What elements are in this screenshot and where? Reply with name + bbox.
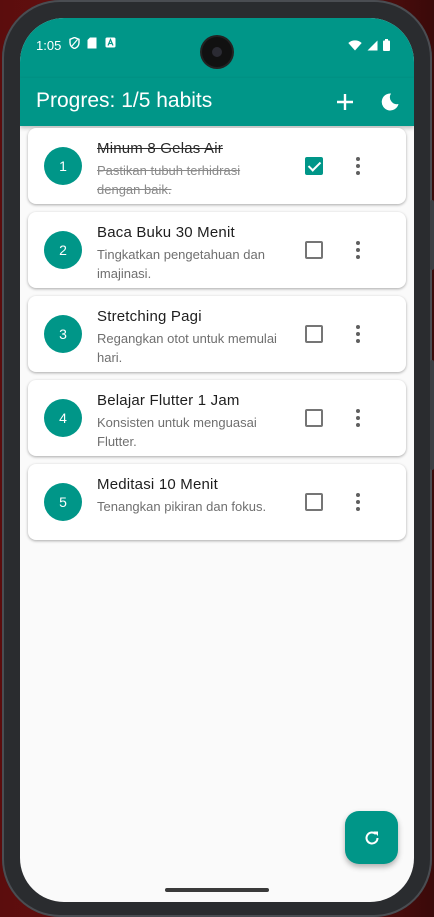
status-time: 1:05 xyxy=(36,38,62,53)
habit-done-checkbox[interactable] xyxy=(305,157,323,175)
habit-description: Tingkatkan pengetahuan dan imajinasi. xyxy=(97,247,265,281)
habit-title: Minum 8 Gelas Air xyxy=(97,140,223,157)
home-indicator[interactable] xyxy=(165,888,269,892)
habit-done-checkbox[interactable] xyxy=(305,241,323,259)
add-icon xyxy=(337,94,353,110)
phone-frame: 1:05 Progres: 1/5 habits 1 Minum 8 Gelas… xyxy=(2,0,434,917)
habit-card[interactable]: 4 Belajar Flutter 1 Jam Konsisten untuk … xyxy=(28,380,406,456)
habit-title: Meditasi 10 Menit xyxy=(97,476,218,493)
habit-card[interactable]: 3 Stretching Pagi Regangkan otot untuk m… xyxy=(28,296,406,372)
shield-icon xyxy=(68,36,80,52)
status-bar: 1:05 xyxy=(20,18,414,78)
habit-card[interactable]: 2 Baca Buku 30 Menit Tingkatkan pengetah… xyxy=(28,212,406,288)
habit-number-avatar: 3 xyxy=(44,315,82,353)
status-left-icons xyxy=(68,36,116,52)
habit-description: Konsisten untuk menguasai Flutter. xyxy=(97,415,257,449)
add-habit-button[interactable] xyxy=(329,86,361,118)
app-bar: Progres: 1/5 habits xyxy=(20,78,414,126)
habit-title: Stretching Pagi xyxy=(97,308,202,325)
habit-done-checkbox[interactable] xyxy=(305,493,323,511)
habit-done-checkbox[interactable] xyxy=(305,409,323,427)
dark-mode-icon xyxy=(381,93,399,111)
power-button xyxy=(430,360,434,470)
habit-description: Tenangkan pikiran dan fokus. xyxy=(97,499,267,514)
wifi-icon xyxy=(348,38,362,56)
dark-mode-button[interactable] xyxy=(374,86,406,118)
refresh-icon xyxy=(365,831,378,844)
habit-card[interactable]: 5 Meditasi 10 Menit Tenangkan pikiran da… xyxy=(28,464,406,540)
habit-number-avatar: 2 xyxy=(44,231,82,269)
reset-fab-button[interactable] xyxy=(345,811,398,864)
status-right-icons xyxy=(348,38,390,56)
habit-number-avatar: 1 xyxy=(44,147,82,185)
more-vert-icon[interactable] xyxy=(346,238,370,262)
habit-description: Pastikan tubuh terhidrasi dengan baik. xyxy=(97,163,241,197)
more-vert-icon[interactable] xyxy=(346,322,370,346)
app-notification-icon xyxy=(104,37,116,52)
more-vert-icon[interactable] xyxy=(346,490,370,514)
more-vert-icon[interactable] xyxy=(346,154,370,178)
habit-list: 1 Minum 8 Gelas Air Pastikan tubuh terhi… xyxy=(28,128,406,548)
habit-description: Regangkan otot untuk memulai hari. xyxy=(97,331,277,365)
page-title: Progres: 1/5 habits xyxy=(36,89,213,112)
volume-button xyxy=(430,200,434,270)
habit-title: Baca Buku 30 Menit xyxy=(97,224,235,241)
sim-card-icon xyxy=(86,37,98,52)
habit-card[interactable]: 1 Minum 8 Gelas Air Pastikan tubuh terhi… xyxy=(28,128,406,204)
screen: 1:05 Progres: 1/5 habits 1 Minum 8 Gelas… xyxy=(20,18,414,902)
habit-number-avatar: 5 xyxy=(44,483,82,521)
more-vert-icon[interactable] xyxy=(346,406,370,430)
habit-done-checkbox[interactable] xyxy=(305,325,323,343)
habit-number-avatar: 4 xyxy=(44,399,82,437)
battery-icon xyxy=(383,38,390,56)
habit-title: Belajar Flutter 1 Jam xyxy=(97,392,240,409)
front-camera xyxy=(202,37,232,67)
signal-icon xyxy=(367,38,378,56)
